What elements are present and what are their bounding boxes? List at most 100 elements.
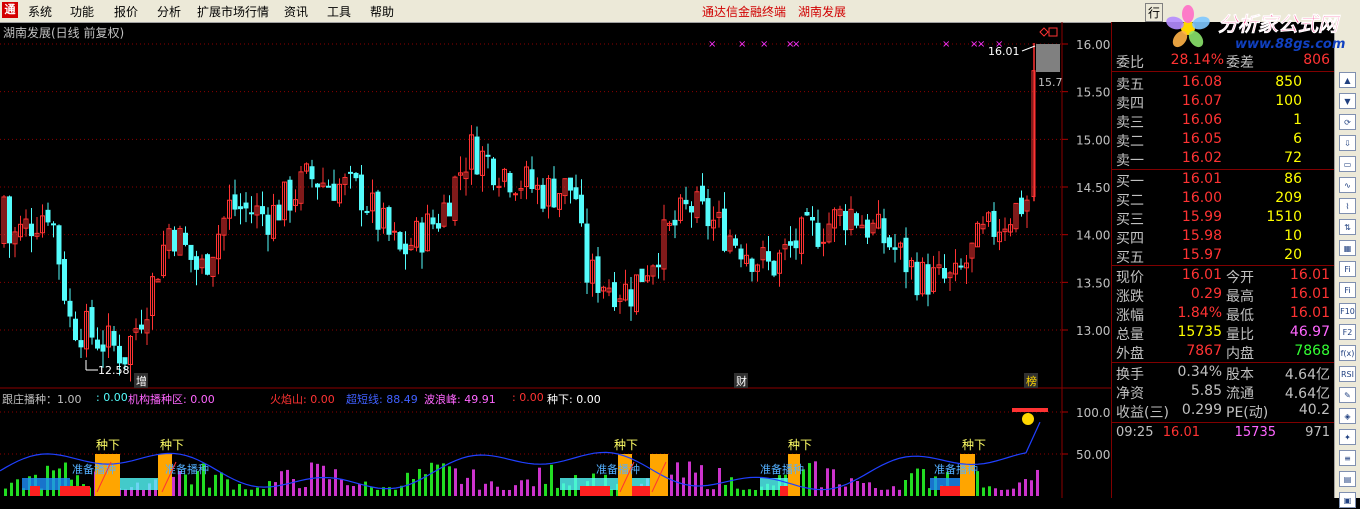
indicator-bar — [826, 468, 829, 496]
candle-body — [766, 251, 771, 262]
toolbar-button[interactable]: ≡ — [1339, 450, 1356, 466]
stat-row: 涨跌 0.29 最高 16.01 — [1112, 286, 1334, 305]
indicator-bar — [886, 489, 889, 496]
toolbar-button[interactable]: ⇅ — [1339, 219, 1356, 235]
toolbar-button[interactable]: ⇩ — [1339, 135, 1356, 151]
toolbar-button[interactable]: F2 — [1339, 324, 1356, 340]
toolbar-button[interactable]: RSI — [1339, 366, 1356, 382]
indicator-bar — [208, 487, 211, 496]
signal-x-mark: × — [760, 39, 768, 50]
candle-body — [122, 357, 128, 365]
menu-tools[interactable]: 工具 — [327, 3, 351, 20]
candle-body — [232, 194, 238, 210]
candle-body — [276, 204, 282, 221]
indicator-bar — [736, 488, 739, 496]
toolbar-button[interactable]: Fi — [1339, 261, 1356, 277]
indicator-bar — [706, 489, 709, 496]
tick-count: 971 — [1305, 425, 1330, 440]
toolbar-button[interactable]: ⌇ — [1339, 198, 1356, 214]
indicator-bar — [922, 469, 925, 496]
menu-news[interactable]: 资讯 — [284, 3, 308, 20]
candle-body — [705, 198, 711, 227]
stat-value: 16.01 — [1289, 286, 1330, 302]
indicator-bar — [808, 463, 811, 496]
indicator-bar — [376, 489, 379, 496]
stat-label: 内盘 — [1226, 346, 1254, 362]
bid-volume: 1510 — [1266, 209, 1302, 225]
candle-body — [403, 243, 408, 255]
indicator-bar — [238, 484, 241, 496]
candle-body — [958, 265, 964, 268]
candle-body — [821, 241, 826, 244]
bid-row: 买一 16.01 86 — [1112, 171, 1334, 190]
toolbar-button[interactable]: ✦ — [1339, 429, 1356, 445]
indicator-bar — [340, 479, 343, 496]
stat-value: 40.2 — [1298, 402, 1330, 418]
indicator-bar — [322, 465, 325, 496]
indicator-bar — [1030, 480, 1033, 496]
stat-row: 涨幅 1.84% 最低 16.01 — [1112, 305, 1334, 324]
indicator-bar — [1024, 479, 1027, 496]
candle-body — [45, 209, 51, 223]
menu-extended-market[interactable]: 扩展市场行情 — [197, 3, 269, 20]
ask-volume: 850 — [1275, 74, 1302, 90]
bid-label: 买一 — [1116, 174, 1144, 190]
ask-label: 卖三 — [1116, 115, 1144, 131]
indicator-bar — [676, 462, 679, 496]
indicator-bar — [544, 483, 547, 496]
stat-row: 现价 16.01 今开 16.01 — [1112, 267, 1334, 286]
seed-label: 种下 — [962, 438, 986, 452]
indicator-bar — [1000, 489, 1003, 496]
watermark-url: www.88gs.com — [1235, 37, 1346, 52]
toolbar-button[interactable]: ▭ — [1339, 156, 1356, 172]
price-axis-label: 15.00 — [1076, 133, 1110, 147]
indicator-bar — [874, 488, 877, 496]
signal-bar — [1012, 408, 1048, 412]
app-logo-icon[interactable]: 通 — [2, 2, 18, 18]
candle-body — [172, 229, 177, 252]
toolbar-button[interactable]: f(x) — [1339, 345, 1356, 361]
toolbar-button[interactable]: ⟳ — [1339, 114, 1356, 130]
indicator-bar — [904, 480, 907, 496]
menu-analysis[interactable]: 分析 — [157, 3, 181, 20]
ask-row: 卖四 16.07 100 — [1112, 93, 1334, 112]
stat-value: 1.84% — [1177, 305, 1222, 321]
quote-separator — [1112, 71, 1334, 72]
candle-body — [749, 258, 755, 272]
stat-label: PE(动) — [1226, 405, 1269, 421]
candle-body — [51, 223, 56, 226]
candle-body — [892, 247, 898, 250]
toolbar-button[interactable]: F10 — [1339, 303, 1356, 319]
toolbar-button[interactable]: ✎ — [1339, 387, 1356, 403]
menu-help[interactable]: 帮助 — [370, 3, 394, 20]
toolbar-button[interactable]: ▦ — [1339, 240, 1356, 256]
candle-body — [353, 172, 359, 179]
toolbar-button[interactable]: ▼ — [1339, 93, 1356, 109]
indicator-bar — [124, 489, 127, 496]
indicator-bar — [472, 469, 475, 496]
event-label: 榜 — [1026, 374, 1037, 388]
candle-body — [568, 177, 573, 191]
menu-system[interactable]: 系统 — [28, 3, 52, 20]
candle-body — [689, 206, 694, 213]
candle-body — [62, 259, 67, 301]
toolbar-button[interactable]: ∿ — [1339, 177, 1356, 193]
high-marker-line — [1021, 45, 1036, 52]
menu-quote[interactable]: 报价 — [114, 3, 138, 20]
candle-body — [804, 211, 810, 216]
indicator-bar — [256, 487, 259, 496]
indicator-bar — [862, 482, 865, 496]
toolbar-button[interactable]: ▤ — [1339, 471, 1356, 487]
toolbar-button[interactable]: ▣ — [1339, 492, 1356, 508]
candle-body — [100, 344, 106, 352]
toolbar-button[interactable]: ◈ — [1339, 408, 1356, 424]
legend-item: 跟庄播种：1.00 — [2, 393, 82, 406]
toolbar-button[interactable]: Fi — [1339, 282, 1356, 298]
toolbar-button[interactable]: ▲ — [1339, 72, 1356, 88]
kline-chart[interactable]: 15.716.0112.58× × × ×× × ×× ×增财榜 种下 种下 种下 种下 种下准备播… — [0, 22, 1111, 498]
menu-function[interactable]: 功能 — [70, 3, 94, 20]
indicator-bar — [280, 471, 283, 496]
stat-value: 46.97 — [1289, 324, 1330, 340]
candle-body — [397, 232, 403, 250]
current-price-marker: 15.7 — [1038, 76, 1063, 89]
